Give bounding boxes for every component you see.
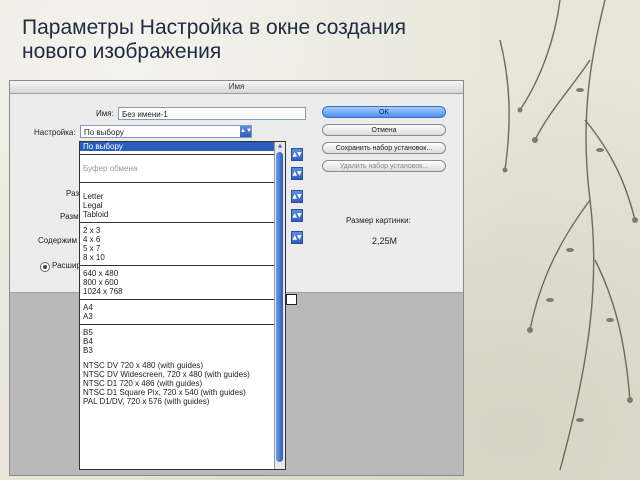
height-unit-select[interactable]: ▲▼	[291, 167, 303, 180]
scrollbar-thumb[interactable]	[276, 152, 283, 462]
list-item[interactable]: 5 x 7	[80, 244, 285, 253]
ok-button[interactable]: OK	[322, 106, 446, 118]
list-item[interactable]: По выбору	[80, 142, 285, 151]
separator	[80, 299, 285, 300]
window-titlebar: Имя	[10, 81, 463, 94]
list-item[interactable]: 8 x 10	[80, 253, 285, 262]
list-item[interactable]: 4 x 6	[80, 235, 285, 244]
advanced-label: Расшир	[52, 261, 81, 270]
list-item[interactable]: 640 x 480	[80, 269, 285, 278]
separator	[80, 222, 285, 223]
name-input[interactable]: Без имени-1	[118, 107, 306, 120]
list-item[interactable]: 2 x 3	[80, 226, 285, 235]
list-item[interactable]: Tabloid	[80, 210, 285, 219]
list-item[interactable]: NTSC D1 Square Pix, 720 x 540 (with guid…	[80, 388, 285, 397]
save-preset-button[interactable]: Сохранить набор установок...	[322, 142, 446, 154]
checkbox[interactable]	[286, 294, 297, 305]
image-size-label: Размер картинки:	[346, 216, 411, 225]
width-unit-select[interactable]: ▲▼	[291, 148, 303, 161]
color-mode-select[interactable]: ▲▼	[291, 209, 303, 222]
separator	[80, 324, 285, 325]
list-item[interactable]: 1024 x 768	[80, 287, 285, 296]
list-item[interactable]: Legal	[80, 201, 285, 210]
preset-label: Настройка:	[34, 128, 76, 137]
list-item[interactable]: B3	[80, 346, 285, 355]
list-item[interactable]: 800 x 600	[80, 278, 285, 287]
dropdown-scrollbar[interactable]: ▲	[274, 142, 285, 469]
list-item[interactable]: B4	[80, 337, 285, 346]
list-item[interactable]: PAL D1/DV, 720 x 576 (with guides)	[80, 397, 285, 406]
list-item[interactable]: Буфер обмена	[80, 164, 285, 173]
list-item[interactable]: A4	[80, 303, 285, 312]
list-item[interactable]: NTSC D1 720 x 486 (with guides)	[80, 379, 285, 388]
separator	[80, 265, 285, 266]
list-item[interactable]: NTSC DV Widescreen, 720 x 480 (with guid…	[80, 370, 285, 379]
separator	[80, 182, 285, 183]
slide-title: Параметры Настройка в окне создания ново…	[22, 16, 406, 63]
name-label: Имя:	[96, 109, 114, 118]
branch-decoration	[499, 0, 638, 471]
list-item[interactable]: B5	[80, 328, 285, 337]
preset-value: По выбору	[84, 128, 124, 137]
chevron-down-icon[interactable]: ▲▼	[240, 126, 252, 137]
advanced-toggle-icon[interactable]	[40, 262, 50, 272]
contents-label: Содержим	[38, 236, 77, 245]
cancel-button[interactable]: Отмена	[322, 124, 446, 136]
preset-select[interactable]: По выбору ▲▼	[80, 125, 252, 138]
separator	[80, 154, 285, 155]
preset-dropdown-list[interactable]: По выбору Буфер обмена Letter Legal Tabl…	[79, 141, 286, 470]
scroll-up-icon[interactable]: ▲	[275, 142, 285, 151]
size-label: Разм	[60, 212, 79, 221]
list-item[interactable]: Letter	[80, 192, 285, 201]
image-size-value: 2,25M	[372, 236, 398, 246]
list-item[interactable]: A3	[80, 312, 285, 321]
list-item[interactable]: NTSC DV 720 x 480 (with guides)	[80, 361, 285, 370]
delete-preset-button[interactable]: Удалить набор установок...	[322, 160, 446, 172]
contents-select[interactable]: ▲▼	[291, 231, 303, 244]
resolution-unit-select[interactable]: ▲▼	[291, 190, 303, 203]
